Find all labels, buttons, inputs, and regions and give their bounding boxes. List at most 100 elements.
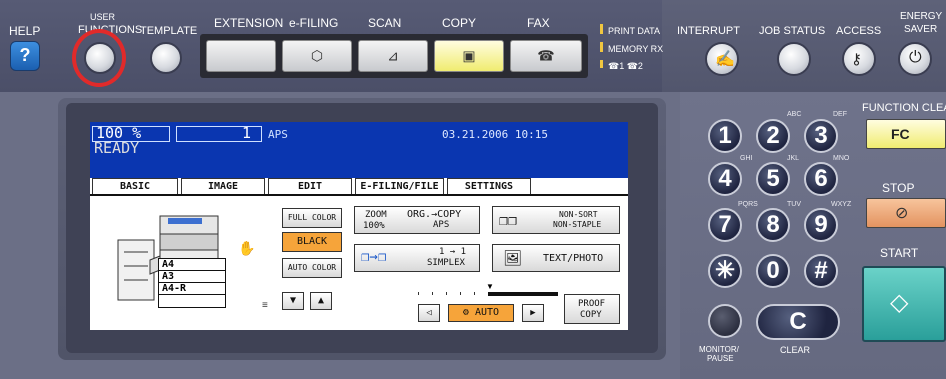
key-2-letters: ABC xyxy=(787,111,802,118)
interrupt-label: INTERRUPT xyxy=(677,25,740,37)
energy-saver-button[interactable]: ⏻ xyxy=(898,42,932,76)
full-color-button[interactable]: FULL COLOR xyxy=(282,208,342,228)
start-icon: ◇ xyxy=(890,289,909,316)
energy-saver-label-1: ENERGY xyxy=(900,11,943,22)
help-button[interactable]: ? xyxy=(10,41,40,71)
tab-settings[interactable]: SETTINGS xyxy=(447,178,531,195)
pause-label: PAUSE xyxy=(707,354,734,363)
job-status-label: JOB STATUS xyxy=(759,25,826,37)
fax-button[interactable]: ☎ xyxy=(510,40,582,72)
paper-size-a4r[interactable]: A4-R xyxy=(159,283,225,295)
duplex-button[interactable]: ❐→❐ 1 → 1 SIMPLEX xyxy=(354,244,480,272)
job-status-button[interactable] xyxy=(777,42,811,76)
efiling-label: e-FILING xyxy=(289,16,339,30)
key-1[interactable]: 1 xyxy=(708,119,742,153)
function-clear-label: FUNCTION CLEA xyxy=(862,102,946,114)
paper-size-blank[interactable] xyxy=(159,295,225,307)
paper-size-a4[interactable]: A4 xyxy=(159,259,225,271)
interrupt-button[interactable]: ✍ xyxy=(705,42,739,76)
copies-value: 1 xyxy=(242,124,252,142)
efiling-icon: ⬡ xyxy=(310,47,324,64)
key-3[interactable]: 3 xyxy=(804,119,838,153)
black-button[interactable]: BLACK xyxy=(282,232,342,252)
scan-label: SCAN xyxy=(368,16,402,30)
auto-color-button[interactable]: AUTO COLOR xyxy=(282,258,342,278)
key-hash[interactable]: # xyxy=(804,254,838,288)
key-0[interactable]: 0 xyxy=(756,254,790,288)
help-icon: ? xyxy=(19,45,31,65)
proof-copy-button[interactable]: PROOF COPY xyxy=(564,294,620,324)
memory-rx-led xyxy=(600,42,603,52)
original-mode-button[interactable]: 🖼 TEXT/PHOTO xyxy=(492,244,620,272)
density-darker-button[interactable]: ▶ xyxy=(522,304,544,322)
print-data-led xyxy=(600,24,603,34)
org-copy-label: ORG.→COPY xyxy=(407,209,462,220)
clear-label: CLEAR xyxy=(780,345,811,355)
key-7[interactable]: 7 xyxy=(708,208,742,242)
stop-button[interactable]: ⊘ xyxy=(866,198,946,228)
help-label: HELP xyxy=(9,24,41,38)
duplex-mode: SIMPLEX xyxy=(427,258,465,268)
density-pointer-icon: ▼ xyxy=(486,282,494,291)
tab-edit[interactable]: EDIT xyxy=(268,178,352,195)
key-6[interactable]: 6 xyxy=(804,162,838,196)
monitor-pause-button[interactable] xyxy=(708,304,742,338)
key-8[interactable]: 8 xyxy=(756,208,790,242)
line-status-label: ☎1 ☎2 xyxy=(608,61,643,71)
template-button[interactable] xyxy=(150,42,182,74)
paper-size-list: A4 A3 A4-R xyxy=(158,258,226,308)
auto-density-button[interactable]: ⚙ AUTO xyxy=(448,304,514,322)
key-3-letters: DEF xyxy=(833,111,847,118)
tab-basic[interactable]: BASIC xyxy=(92,178,178,195)
density-lighter-button[interactable]: ◁ xyxy=(418,304,440,322)
key-icon: ⚷ xyxy=(851,51,862,68)
key-4-letters: GHI xyxy=(740,155,753,162)
extension-button[interactable] xyxy=(206,40,276,72)
fax-icon: ☎ xyxy=(537,47,555,64)
stop-icon: ⊘ xyxy=(895,205,909,222)
access-label: ACCESS xyxy=(836,25,882,37)
copy-label: COPY xyxy=(442,16,477,30)
fc-label: FC xyxy=(891,126,910,142)
copy-button[interactable]: ▣ xyxy=(434,40,504,72)
clear-button[interactable]: C xyxy=(756,304,840,340)
paper-mode: APS xyxy=(268,128,288,141)
key-9[interactable]: 9 xyxy=(804,208,838,242)
staple-mode: NON-STAPLE xyxy=(553,220,602,229)
key-6-letters: MNO xyxy=(833,155,850,162)
sort-mode: NON-SORT xyxy=(559,210,598,219)
energy-saver-label-2: SAVER xyxy=(904,24,938,35)
zoom-value-label: 100% xyxy=(363,221,385,231)
start-button[interactable]: ◇ xyxy=(862,266,946,342)
finisher-button[interactable]: ❐❐ NON-SORT NON-STAPLE xyxy=(492,206,620,234)
efiling-button[interactable]: ⬡ xyxy=(282,40,352,72)
org-copy-mode: APS xyxy=(433,220,450,230)
access-button[interactable]: ⚷ xyxy=(842,42,876,76)
scroll-up-button[interactable]: ▲ xyxy=(310,292,332,310)
paper-size-a3[interactable]: A3 xyxy=(159,271,225,283)
auto-density-icon: ⚙ xyxy=(462,307,469,318)
interrupt-icon: ✍ xyxy=(715,51,735,68)
zoom-paper-button[interactable]: ZOOM 100% ORG.→COPY APS xyxy=(354,206,480,234)
proof-label: PROOF xyxy=(578,299,606,309)
function-clear-button[interactable]: FC xyxy=(866,119,946,149)
tab-efiling-file[interactable]: E-FILING/FILE xyxy=(355,178,444,195)
duplex-icon: ❐→❐ xyxy=(361,249,387,265)
key-2[interactable]: 2 xyxy=(756,119,790,153)
key-asterisk[interactable]: ✳ xyxy=(708,254,742,288)
scan-button[interactable]: ⊿ xyxy=(358,40,428,72)
lcd-screen: 100 % 1 APS READY 03.21.2006 10:15 BASIC… xyxy=(90,122,628,330)
line-led xyxy=(600,60,603,68)
key-5[interactable]: 5 xyxy=(756,162,790,196)
original-mode-icon: 🖼 xyxy=(503,249,523,267)
annotation-circle xyxy=(72,29,126,87)
original-mode-label: TEXT/PHOTO xyxy=(543,253,604,264)
stop-label: STOP xyxy=(882,181,915,195)
density-scale: ▼ xyxy=(418,282,558,296)
scroll-down-button[interactable]: ▼ xyxy=(282,292,304,310)
extension-label: EXTENSION xyxy=(214,16,284,30)
tab-image[interactable]: IMAGE xyxy=(181,178,265,195)
scan-icon: ⊿ xyxy=(387,47,399,64)
key-9-letters: WXYZ xyxy=(831,201,852,208)
key-4[interactable]: 4 xyxy=(708,162,742,196)
